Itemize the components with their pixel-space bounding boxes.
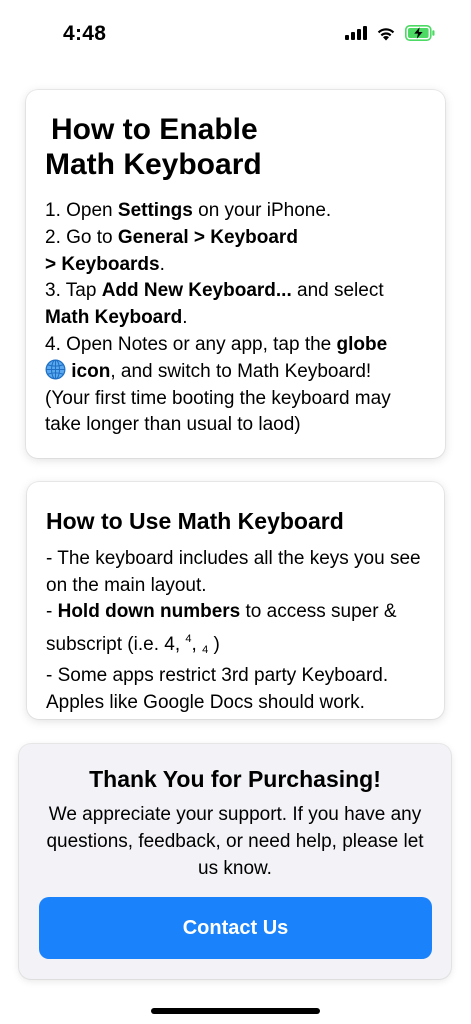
enable-instructions-card: How to Enable Math Keyboard 1. Open Sett… bbox=[26, 90, 445, 458]
status-bar: 4:48 bbox=[0, 0, 471, 72]
step-2: 2. Go to General > Keyboard > Keyboards. bbox=[45, 226, 298, 275]
use-body: - The keyboard includes all the keys you… bbox=[46, 546, 426, 717]
usage-instructions-card: How to Use Math Keyboard - The keyboard … bbox=[27, 482, 444, 719]
thank-you-card: Thank You for Purchasing! We appreciate … bbox=[19, 744, 451, 979]
status-time: 4:48 bbox=[63, 22, 107, 45]
use-item-1: - The keyboard includes all the keys you… bbox=[46, 548, 421, 596]
step-3: 3. Tap Add New Keyboard... and select Ma… bbox=[45, 280, 384, 329]
enable-title: How to Enable Math Keyboard bbox=[45, 113, 262, 181]
use-item-3: - Some apps restrict 3rd party Keyboard.… bbox=[46, 665, 389, 713]
wifi-icon bbox=[377, 27, 395, 40]
enable-steps: 1. Open Settings on your iPhone. 2. Go t… bbox=[45, 198, 427, 439]
battery-charging-icon bbox=[405, 25, 435, 41]
first-boot-note: (Your first time booting the keyboard ma… bbox=[45, 387, 391, 436]
thanks-body: We appreciate your support. If you have … bbox=[46, 804, 424, 879]
step-1: 1. Open Settings on your iPhone. bbox=[45, 200, 332, 221]
step-4: 4. Open Notes or any app, tap the globe … bbox=[45, 333, 388, 382]
thanks-title: Thank You for Purchasing! bbox=[89, 766, 381, 792]
status-icons bbox=[345, 25, 435, 41]
signal-icon bbox=[345, 26, 367, 40]
home-indicator[interactable] bbox=[151, 1008, 320, 1014]
use-title: How to Use Math Keyboard bbox=[46, 508, 344, 534]
contact-us-button[interactable]: Contact Us bbox=[39, 897, 432, 959]
globe-icon bbox=[45, 359, 66, 380]
use-item-2: - Hold down numbers to access super & su… bbox=[46, 601, 397, 656]
